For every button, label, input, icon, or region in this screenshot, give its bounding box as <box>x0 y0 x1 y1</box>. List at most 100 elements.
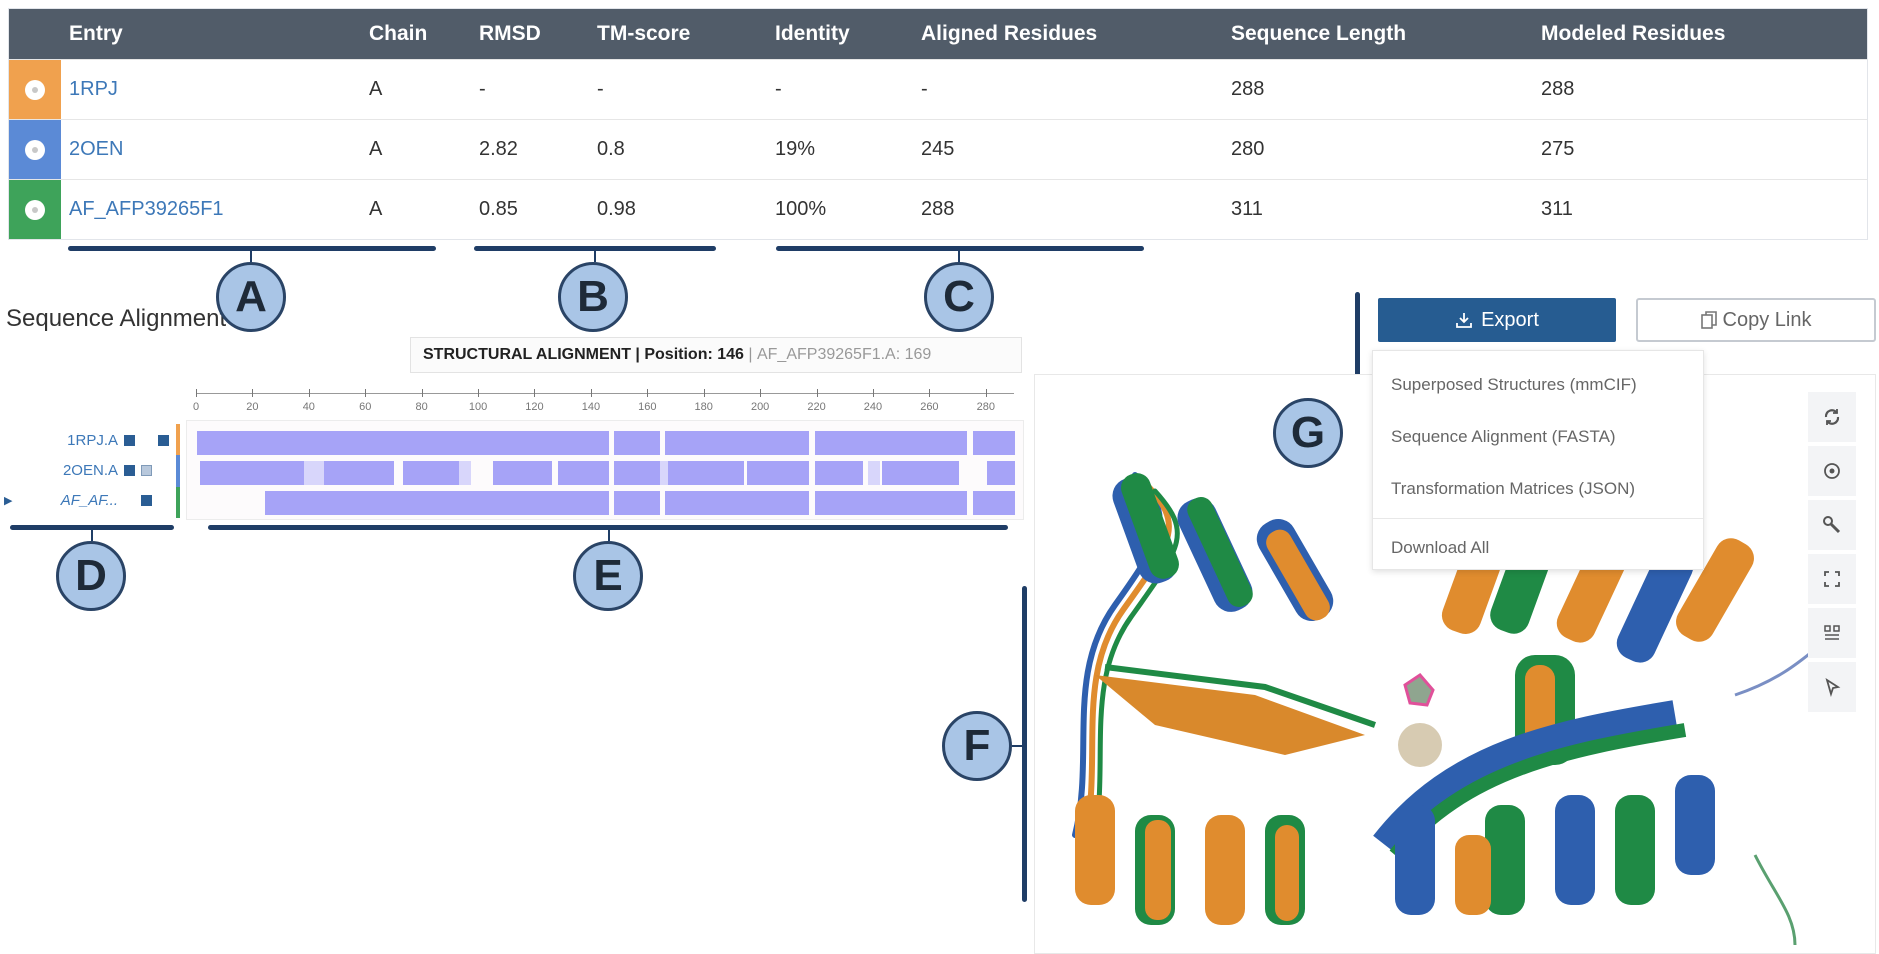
alignment-segment[interactable] <box>493 461 553 485</box>
header-chain[interactable]: Chain <box>361 22 471 46</box>
track-name[interactable]: AF_AF... <box>61 492 118 509</box>
track-name[interactable]: 2OEN.A <box>63 462 118 479</box>
header-tm-score[interactable]: TM-score <box>589 22 767 46</box>
screenshot-button[interactable] <box>1808 608 1856 658</box>
alignment-track[interactable] <box>187 431 1023 455</box>
structure-color-swatch[interactable] <box>9 60 61 119</box>
visibility-toggle-icon[interactable] <box>25 199 45 220</box>
modeled-residues-cell: 275 <box>1541 138 1575 160</box>
ligand-sphere <box>1398 723 1442 767</box>
alignment-track[interactable] <box>187 461 1023 485</box>
alignment-segment[interactable] <box>814 491 968 515</box>
visibility-toggle-icon[interactable] <box>25 79 45 100</box>
menu-item-download-all[interactable]: Download All <box>1373 522 1703 574</box>
header-identity[interactable]: Identity <box>767 22 913 46</box>
ruler-tick-label: 140 <box>581 401 601 413</box>
alignment-segment[interactable] <box>814 431 968 455</box>
header-swatch-col <box>9 9 61 59</box>
alignment-segment[interactable] <box>882 461 959 485</box>
table-body: 1RPJ A - - - - 288 288 2OEN A 2.82 0.8 1… <box>9 59 1867 239</box>
expand-caret-icon[interactable]: ▶ <box>0 494 12 507</box>
color-square-icon[interactable] <box>124 434 135 446</box>
header-entry[interactable]: Entry <box>61 22 361 46</box>
strip-color-1 <box>176 424 180 456</box>
stem-f <box>1012 745 1024 747</box>
reset-icon <box>1824 409 1840 425</box>
sequence-length-cell: 288 <box>1231 78 1265 100</box>
alignment-segment[interactable] <box>402 461 460 485</box>
ruler-tick-label: 60 <box>359 401 372 413</box>
copy-link-button[interactable]: Copy Link <box>1636 298 1876 342</box>
tooltip-separator-2: | <box>743 346 757 363</box>
alignment-segment[interactable] <box>668 461 745 485</box>
alignment-segment[interactable] <box>197 431 609 455</box>
header-rmsd[interactable]: RMSD <box>471 22 589 46</box>
ruler-tick <box>534 389 536 397</box>
table-row: 1RPJ A - - - - 288 288 <box>9 59 1867 119</box>
menu-item-superposed-structures[interactable]: Superposed Structures (mmCIF) <box>1373 359 1703 411</box>
entry-link[interactable]: 1RPJ <box>69 78 118 100</box>
table-row: 2OEN A 2.82 0.8 19% 245 280 275 <box>9 119 1867 179</box>
alignment-segment[interactable] <box>614 491 660 515</box>
ruler-tick-label: 280 <box>976 401 995 413</box>
alignment-tracks[interactable] <box>186 420 1024 520</box>
alignment-track[interactable] <box>187 491 1023 515</box>
alignment-segment[interactable] <box>199 461 305 485</box>
ruler-tick-label: 240 <box>863 401 883 413</box>
alignment-gap-segment[interactable] <box>659 461 669 485</box>
ruler-tick <box>816 389 818 397</box>
settings-button[interactable] <box>1808 500 1856 550</box>
ruler-tick-label: 100 <box>468 401 488 413</box>
menu-item-sequence-alignment[interactable]: Sequence Alignment (FASTA) <box>1373 411 1703 463</box>
ruler-tick-label: 80 <box>415 401 428 413</box>
color-square-icon[interactable] <box>124 464 135 476</box>
export-button[interactable]: Export <box>1378 298 1616 342</box>
alignment-segment[interactable] <box>747 461 810 485</box>
bracket-c <box>776 246 1144 251</box>
callout-a: A <box>216 262 286 332</box>
select-mode-button[interactable] <box>1808 662 1856 712</box>
focus-icon <box>1824 463 1840 479</box>
header-modeled-residues[interactable]: Modeled Residues <box>1533 22 1833 46</box>
entry-link[interactable]: 2OEN <box>69 138 123 160</box>
alignment-gap-segment[interactable] <box>459 461 471 485</box>
alignment-segment[interactable] <box>814 461 863 485</box>
color-square-icon[interactable] <box>141 494 152 506</box>
identity-cell: 100% <box>775 198 827 220</box>
alignment-gap-segment[interactable] <box>868 461 880 485</box>
focus-button[interactable] <box>1808 446 1856 496</box>
callout-e: E <box>573 541 643 611</box>
tm-score-cell: 0.8 <box>597 138 625 160</box>
alignment-segment[interactable] <box>665 431 810 455</box>
ruler-tick-label: 20 <box>246 401 259 413</box>
alignment-segment[interactable] <box>986 461 1015 485</box>
ruler-tick-label: 220 <box>807 401 826 413</box>
alignment-segment[interactable] <box>665 491 810 515</box>
alignment-segment[interactable] <box>614 461 660 485</box>
header-aligned-residues[interactable]: Aligned Residues <box>913 22 1223 46</box>
ruler-tick <box>760 389 762 397</box>
alignment-segment[interactable] <box>614 431 660 455</box>
ruler-tick-label: 120 <box>525 401 544 413</box>
alignment-segment[interactable] <box>558 461 609 485</box>
alignment-segment[interactable] <box>264 491 609 515</box>
header-sequence-length[interactable]: Sequence Length <box>1223 22 1533 46</box>
structure-color-swatch[interactable] <box>9 180 61 239</box>
alignment-segment[interactable] <box>972 491 1015 515</box>
copy-link-label: Copy Link <box>1722 308 1812 331</box>
ruler-tick <box>985 389 987 397</box>
alignment-segment[interactable] <box>323 461 395 485</box>
stem-b <box>594 250 596 262</box>
alignment-segment[interactable] <box>972 431 1015 455</box>
grid-square-icon[interactable] <box>141 464 152 476</box>
visibility-toggle-icon[interactable] <box>25 139 45 160</box>
color-square-icon[interactable] <box>158 434 169 446</box>
position-ruler[interactable]: 0 20 40 60 80 100 120 140 160 180 200 220 240 260 280 <box>193 385 1014 415</box>
track-name[interactable]: 1RPJ.A <box>67 432 118 449</box>
menu-item-transformation-matrices[interactable]: Transformation Matrices (JSON) <box>1373 463 1703 515</box>
alignment-gap-segment[interactable] <box>304 461 324 485</box>
entry-link[interactable]: AF_AFP39265F1 <box>69 198 224 220</box>
structure-color-swatch[interactable] <box>9 120 61 179</box>
expand-button[interactable] <box>1808 554 1856 604</box>
reset-view-button[interactable] <box>1808 392 1856 442</box>
